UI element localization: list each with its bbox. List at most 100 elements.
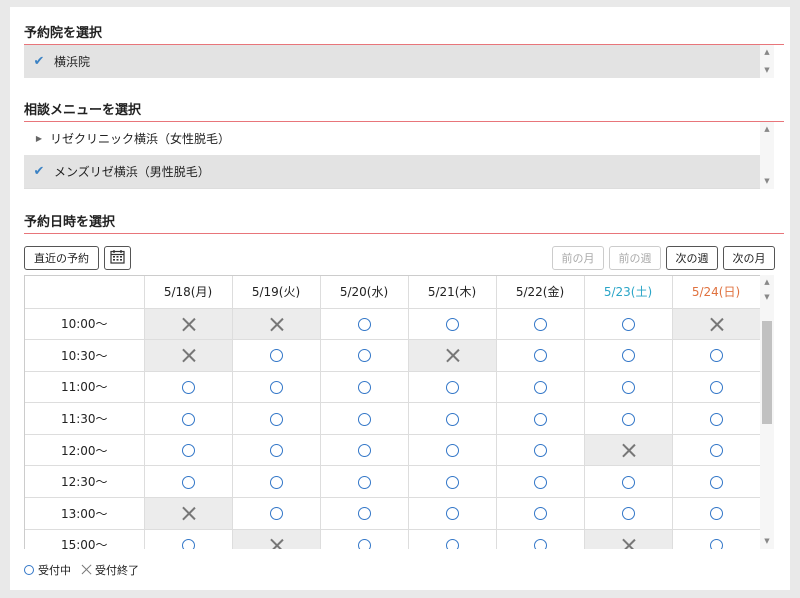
slot-available[interactable] xyxy=(408,465,497,499)
schedule-grid: 5/18(月) 5/19(火) 5/20(水) 5/21(木) 5/22(金) 5/23(… xyxy=(24,275,774,549)
slot-available[interactable] xyxy=(408,308,497,341)
slot-available[interactable] xyxy=(408,371,497,404)
recent-reservation-button[interactable]: 直近の予約 xyxy=(24,246,99,270)
calendar-icon xyxy=(110,249,125,267)
slot-available[interactable] xyxy=(232,339,321,372)
calendar-button[interactable] xyxy=(104,246,131,270)
slot-available[interactable] xyxy=(672,465,761,499)
clinic-listbox[interactable]: ✔ 横浜院 xyxy=(24,45,774,78)
slot-available[interactable] xyxy=(584,465,673,499)
day-header: 5/19(火) xyxy=(232,276,321,309)
scroll-up-icon[interactable]: ▲ xyxy=(760,278,774,286)
available-icon xyxy=(357,380,371,394)
available-icon xyxy=(357,538,371,549)
slot-available[interactable] xyxy=(408,402,497,435)
available-icon xyxy=(533,380,547,394)
available-icon xyxy=(269,507,283,521)
slot-available[interactable] xyxy=(496,339,585,372)
slot-available[interactable] xyxy=(584,308,673,341)
slot-available[interactable] xyxy=(320,465,409,499)
available-icon xyxy=(709,538,723,549)
slot-available[interactable] xyxy=(144,465,233,499)
scroll-down-icon[interactable]: ▼ xyxy=(760,66,774,74)
menu-option-label: リゼクリニック横浜（女性脱毛） xyxy=(50,132,231,146)
closed-icon xyxy=(182,507,195,520)
slot-available[interactable] xyxy=(320,371,409,404)
prev-month-button[interactable]: 前の月 xyxy=(552,246,604,270)
slot-available[interactable] xyxy=(144,402,233,435)
datetime-section-title: 予約日時を選択 xyxy=(24,215,116,230)
prev-week-button[interactable]: 前の週 xyxy=(609,246,661,270)
slot-available[interactable] xyxy=(232,402,321,435)
slot-available[interactable] xyxy=(320,402,409,435)
slot-available[interactable] xyxy=(584,402,673,435)
slot-available[interactable] xyxy=(672,434,761,467)
scroll-down-icon[interactable]: ▼ xyxy=(760,537,774,545)
time-row: 12:00〜 xyxy=(25,434,761,467)
slot-available[interactable] xyxy=(496,465,585,499)
scroll-up-icon[interactable]: ▲ xyxy=(760,48,774,56)
slot-available[interactable] xyxy=(672,529,761,549)
scroll-up-icon[interactable]: ▲ xyxy=(760,125,774,133)
slot-available[interactable] xyxy=(408,434,497,467)
slot-available[interactable] xyxy=(232,465,321,499)
check-icon: ✔ xyxy=(33,164,45,179)
available-icon xyxy=(621,380,635,394)
slot-available[interactable] xyxy=(232,434,321,467)
available-icon xyxy=(181,475,195,489)
slot-available[interactable] xyxy=(496,402,585,435)
scroll-down-small-icon[interactable]: ▼ xyxy=(760,293,774,301)
slot-available[interactable] xyxy=(496,371,585,404)
slot-available[interactable] xyxy=(232,497,321,530)
slot-available[interactable] xyxy=(496,529,585,549)
available-icon xyxy=(709,475,723,489)
schedule-scroll-thumb[interactable] xyxy=(762,321,772,424)
legend-closed-label: 受付終了 xyxy=(95,564,139,577)
available-icon xyxy=(24,565,34,575)
slot-available[interactable] xyxy=(672,497,761,530)
schedule-scrollbar[interactable]: ▲ ▼ ▼ xyxy=(760,275,774,549)
available-icon xyxy=(533,444,547,458)
slot-available[interactable] xyxy=(672,371,761,404)
slot-available[interactable] xyxy=(408,529,497,549)
next-month-button[interactable]: 次の月 xyxy=(723,246,775,270)
time-row: 12:30〜 xyxy=(25,465,761,499)
slot-closed xyxy=(584,434,673,467)
slot-available[interactable] xyxy=(320,339,409,372)
clinic-option-label: 横浜院 xyxy=(54,55,91,69)
menu-option-female[interactable]: ▶ リゼクリニック横浜（女性脱毛） xyxy=(24,122,774,155)
slot-available[interactable] xyxy=(144,434,233,467)
scroll-down-icon[interactable]: ▼ xyxy=(760,177,774,185)
caret-right-icon: ▶ xyxy=(35,134,43,143)
clinic-option-yokohama[interactable]: ✔ 横浜院 xyxy=(24,45,774,78)
slot-available[interactable] xyxy=(496,434,585,467)
menu-option-male[interactable]: ✔ メンズリゼ横浜（男性脱毛） xyxy=(24,155,774,188)
clinic-listbox-scrollbar[interactable]: ▲ ▼ xyxy=(760,45,774,78)
next-week-button[interactable]: 次の週 xyxy=(666,246,718,270)
slot-available[interactable] xyxy=(496,497,585,530)
slot-available[interactable] xyxy=(144,371,233,404)
closed-icon xyxy=(622,539,635,549)
day-header: 5/22(金) xyxy=(496,276,585,309)
slot-available[interactable] xyxy=(144,529,233,549)
slot-available[interactable] xyxy=(320,434,409,467)
slot-available[interactable] xyxy=(672,339,761,372)
slot-available[interactable] xyxy=(320,308,409,341)
slot-available[interactable] xyxy=(584,371,673,404)
time-row: 11:30〜 xyxy=(25,402,761,435)
available-icon xyxy=(533,412,547,426)
menu-listbox[interactable]: ▶ リゼクリニック横浜（女性脱毛） ✔ メンズリゼ横浜（男性脱毛） xyxy=(24,122,774,189)
slot-available[interactable] xyxy=(496,308,585,341)
slot-available[interactable] xyxy=(320,497,409,530)
slot-available[interactable] xyxy=(320,529,409,549)
menu-listbox-scrollbar[interactable]: ▲ ▼ xyxy=(760,122,774,189)
slot-available[interactable] xyxy=(584,497,673,530)
day-header: 5/20(水) xyxy=(320,276,409,309)
slot-available[interactable] xyxy=(584,339,673,372)
slot-available[interactable] xyxy=(232,371,321,404)
slot-available[interactable] xyxy=(408,497,497,530)
available-icon xyxy=(357,475,371,489)
slot-available[interactable] xyxy=(672,402,761,435)
day-header: 5/21(木) xyxy=(408,276,497,309)
available-icon xyxy=(269,412,283,426)
